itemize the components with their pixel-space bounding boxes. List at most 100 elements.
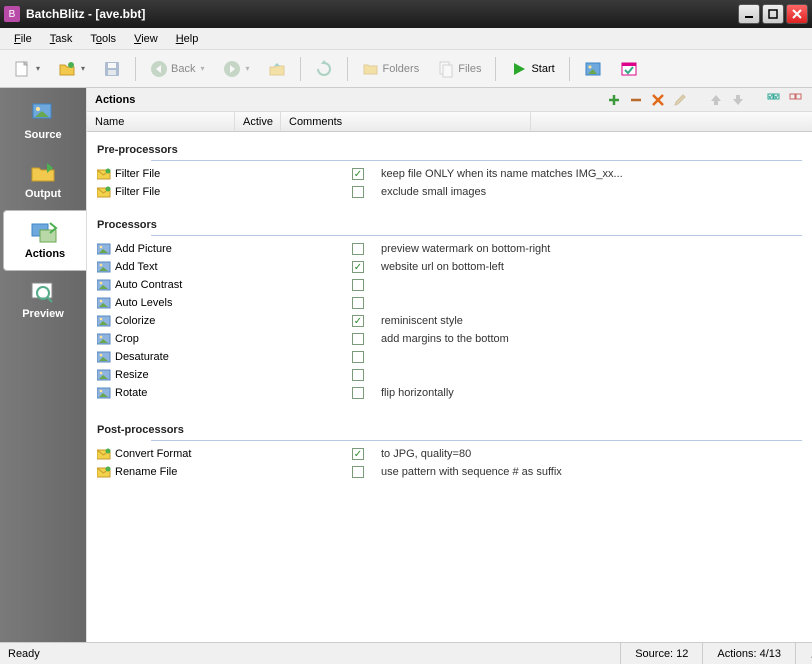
save-button[interactable] [96, 55, 128, 83]
uncheck-all-icon [789, 93, 803, 107]
action-name: Add Picture [115, 243, 335, 255]
menu-help[interactable]: Help [168, 31, 207, 47]
action-active-checkbox[interactable] [335, 333, 381, 345]
image-icon [97, 314, 111, 328]
image-settings-button[interactable] [577, 55, 609, 83]
action-row[interactable]: Add Text✓website url on bottom-left [87, 258, 812, 276]
action-active-checkbox[interactable] [335, 369, 381, 381]
action-row[interactable]: Filter Fileexclude small images [87, 183, 812, 201]
action-name: Rename File [115, 466, 335, 478]
separator [300, 57, 301, 81]
open-folder-icon [58, 60, 76, 78]
sidebar-item-actions[interactable]: Actions [3, 210, 86, 271]
action-row[interactable]: Rotate flip horizontally [87, 384, 812, 402]
close-button[interactable] [786, 4, 808, 24]
minimize-button[interactable] [738, 4, 760, 24]
menu-tools[interactable]: Tools [82, 31, 124, 47]
action-active-checkbox[interactable]: ✓ [335, 448, 381, 460]
new-button[interactable]: ▾ [6, 55, 47, 83]
separator [495, 57, 496, 81]
add-action-button[interactable] [606, 92, 622, 108]
back-button[interactable]: Back ▾ [143, 55, 211, 83]
up-button[interactable] [261, 55, 293, 83]
maximize-button[interactable] [762, 4, 784, 24]
forward-arrow-icon [223, 60, 241, 78]
uncheck-all-button[interactable] [788, 92, 804, 108]
action-comment: keep file ONLY when its name matches IMG… [381, 168, 812, 180]
action-active-checkbox[interactable] [335, 387, 381, 399]
maximize-icon [768, 9, 778, 19]
check-all-button[interactable] [766, 92, 782, 108]
action-row[interactable]: Convert Format✓to JPG, quality=80 [87, 445, 812, 463]
action-row[interactable]: Auto Contrast [87, 276, 812, 294]
action-row[interactable]: Desaturate [87, 348, 812, 366]
window-title: BatchBlitz - [ave.bbt] [26, 7, 738, 21]
action-active-checkbox[interactable]: ✓ [335, 261, 381, 273]
forward-button[interactable]: ▾ [216, 55, 257, 83]
panel-tools [606, 92, 804, 108]
action-comment: use pattern with sequence # as suffix [381, 466, 812, 478]
action-row[interactable]: Resize [87, 366, 812, 384]
refresh-button[interactable] [308, 55, 340, 83]
action-active-checkbox[interactable] [335, 186, 381, 198]
action-row[interactable]: Cropadd margins to the bottom [87, 330, 812, 348]
group-title: Pre-processors [87, 140, 812, 160]
action-comment: flip horizontally [381, 387, 812, 399]
toolbar: ▾ ▾ Back ▾ ▾ Folders [0, 50, 812, 88]
action-comment: reminiscent style [381, 315, 812, 327]
action-active-checkbox[interactable]: ✓ [335, 168, 381, 180]
action-name: Rotate [115, 387, 335, 399]
action-active-checkbox[interactable] [335, 243, 381, 255]
sidebar-item-label: Actions [25, 248, 65, 260]
actions-icon [29, 219, 61, 245]
sidebar-item-label: Output [25, 188, 61, 200]
menu-task[interactable]: Task [42, 31, 81, 47]
start-button[interactable]: Start [503, 55, 561, 83]
back-arrow-icon [150, 60, 168, 78]
move-down-button[interactable] [730, 92, 746, 108]
column-active[interactable]: Active [235, 112, 281, 131]
action-active-checkbox[interactable] [335, 297, 381, 309]
image-icon [97, 260, 111, 274]
action-row[interactable]: Filter File✓keep file ONLY when its name… [87, 165, 812, 183]
edit-action-button[interactable] [672, 92, 688, 108]
menu-view[interactable]: View [126, 31, 166, 47]
folders-icon [362, 60, 380, 78]
action-active-checkbox[interactable]: ✓ [335, 315, 381, 327]
open-button[interactable]: ▾ [51, 55, 92, 83]
actions-list: Pre-processorsFilter File✓keep file ONLY… [87, 132, 812, 642]
sidebar-item-source[interactable]: Source [0, 92, 86, 151]
column-comments[interactable]: Comments [281, 112, 531, 131]
move-up-button[interactable] [708, 92, 724, 108]
start-label: Start [531, 63, 554, 75]
status-actions: Actions: 4/13 [702, 643, 795, 664]
action-row[interactable]: Rename File use pattern with sequence # a… [87, 463, 812, 481]
remove-action-button[interactable] [628, 92, 644, 108]
plus-icon [607, 93, 621, 107]
action-name: Crop [115, 333, 335, 345]
action-row[interactable]: Colorize✓reminiscent style [87, 312, 812, 330]
menu-file[interactable]: File [6, 31, 40, 47]
action-name: Auto Contrast [115, 279, 335, 291]
action-row[interactable]: Auto Levels [87, 294, 812, 312]
delete-action-button[interactable] [650, 92, 666, 108]
action-active-checkbox[interactable] [335, 466, 381, 478]
column-name[interactable]: Name [87, 112, 235, 131]
folders-button[interactable]: Folders [355, 55, 427, 83]
action-name: Filter File [115, 186, 335, 198]
sidebar-item-preview[interactable]: Preview [0, 271, 86, 330]
sidebar-item-output[interactable]: Output [0, 151, 86, 210]
action-comment: to JPG, quality=80 [381, 448, 812, 460]
options-button[interactable] [613, 55, 645, 83]
chevron-down-icon: ▾ [81, 64, 85, 73]
play-icon [510, 60, 528, 78]
envelope-icon [97, 465, 111, 479]
action-row[interactable]: Add Picturepreview watermark on bottom-r… [87, 240, 812, 258]
action-active-checkbox[interactable] [335, 279, 381, 291]
action-active-checkbox[interactable] [335, 351, 381, 363]
chevron-down-icon: ▾ [201, 64, 205, 73]
files-button[interactable]: Files [430, 55, 488, 83]
minus-icon [629, 93, 643, 107]
resize-grip[interactable]: ⋰ [795, 643, 812, 664]
main-panel: Actions [86, 88, 812, 642]
